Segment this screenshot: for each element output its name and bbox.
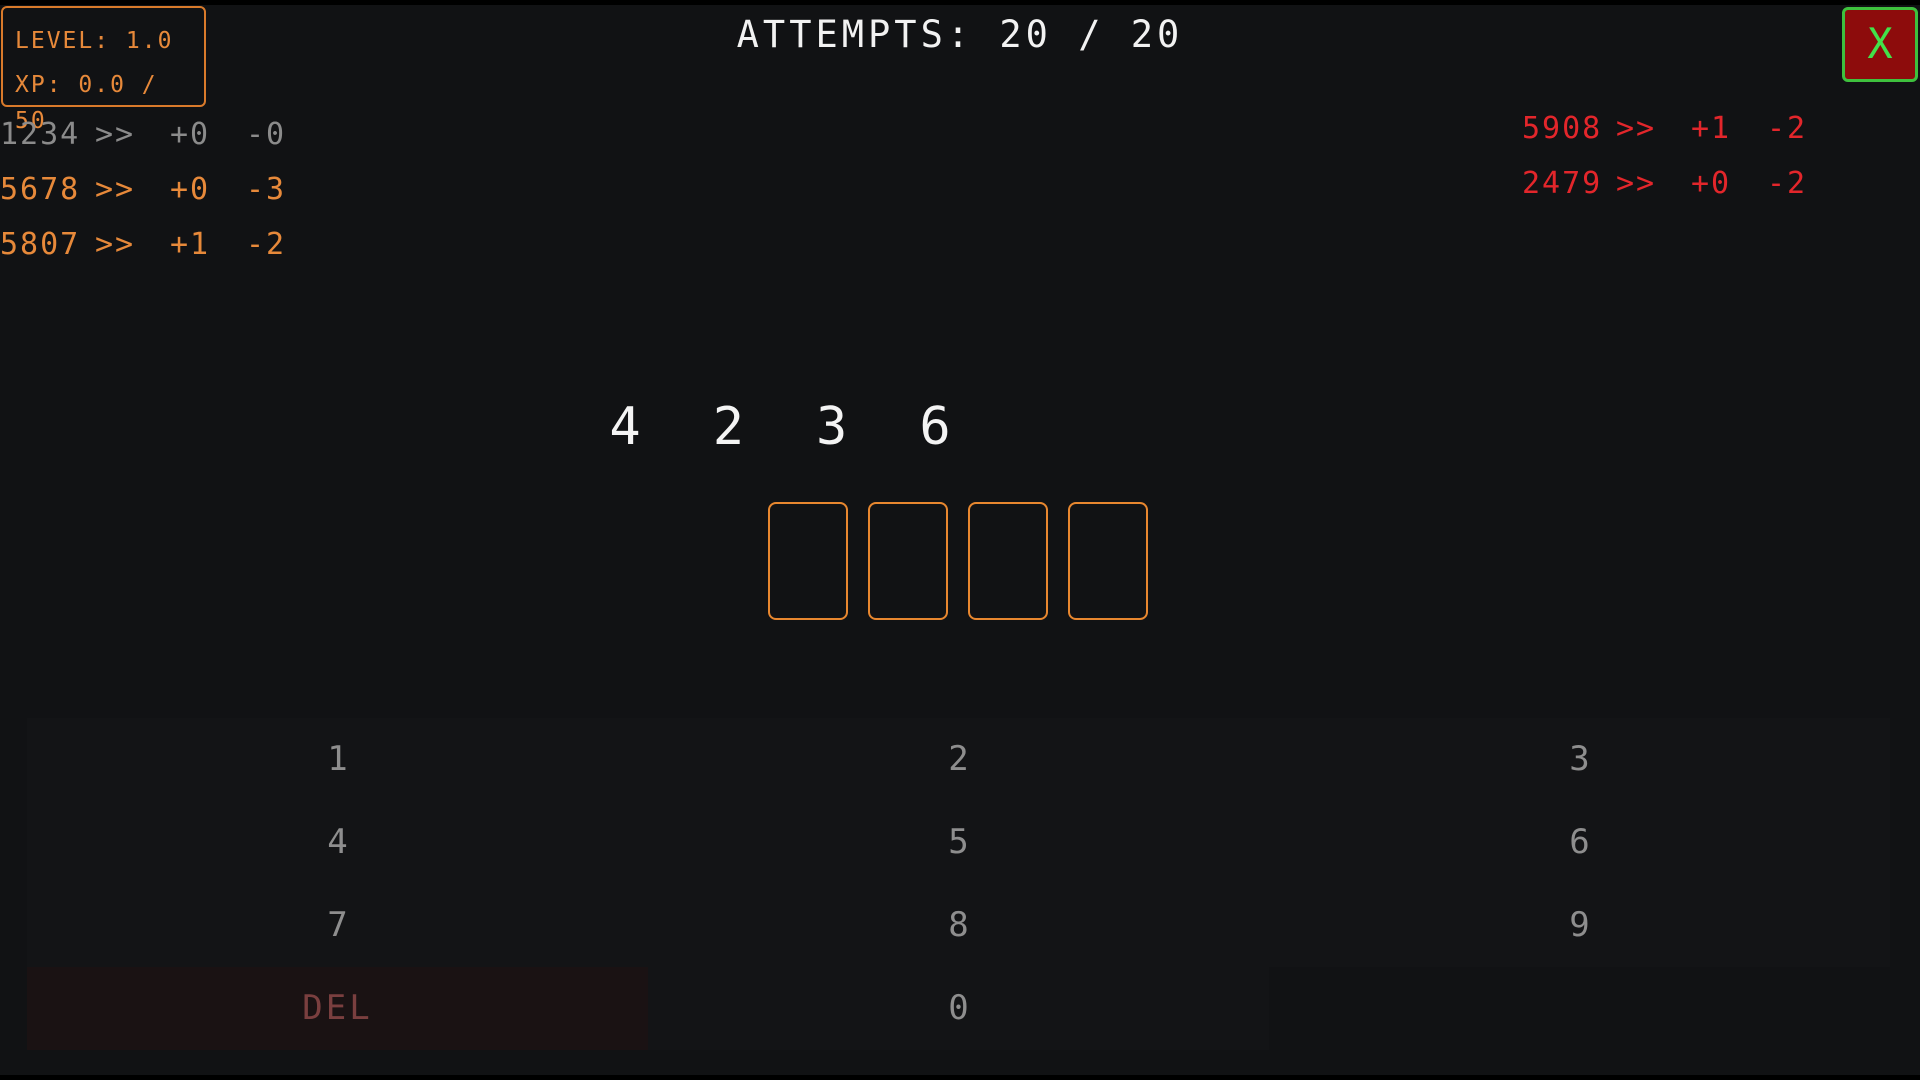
key-8[interactable]: 8	[648, 884, 1269, 967]
key-6[interactable]: 6	[1269, 801, 1890, 884]
input-slot-4[interactable]	[1068, 502, 1148, 620]
guess-code: 5678	[0, 172, 81, 207]
close-button[interactable]: X	[1842, 7, 1918, 82]
wrong-position-count: -2	[1767, 166, 1808, 201]
input-slots	[768, 502, 1152, 622]
history-row: 1234 >> +0 -0	[0, 115, 284, 170]
guess-code: 5807	[0, 227, 81, 262]
guess-arrow: >>	[95, 117, 136, 152]
attempts-counter: ATTEMPTS: 20 / 20	[736, 13, 1184, 56]
guess-history-left: 1234 >> +0 -0 5678 >> +0 -3 5807 >> +1 -…	[0, 115, 284, 280]
history-row: 5908 >> +1 -2	[1522, 109, 1805, 164]
guess-code: 2479	[1522, 166, 1603, 201]
history-row: 5678 >> +0 -3	[0, 170, 284, 225]
correct-position-count: +0	[170, 117, 211, 152]
delete-button[interactable]: DEL	[27, 967, 648, 1050]
key-5[interactable]: 5	[648, 801, 1269, 884]
guess-code: 5908	[1522, 111, 1603, 146]
target-digit: 2	[712, 397, 744, 457]
wrong-position-count: -2	[1767, 111, 1808, 146]
correct-position-count: +1	[1691, 111, 1732, 146]
wrong-position-count: -3	[246, 172, 287, 207]
guess-code: 1234	[0, 117, 81, 152]
key-7[interactable]: 7	[27, 884, 648, 967]
correct-position-count: +1	[170, 227, 211, 262]
target-code-display: 4 2 3 6	[0, 397, 1560, 457]
guess-arrow: >>	[95, 172, 136, 207]
target-digit: 6	[919, 397, 951, 457]
game-screen: LEVEL: 1.0 XP: 0.0 / 50 ATTEMPTS: 20 / 2…	[0, 5, 1920, 1075]
input-slot-3[interactable]	[968, 502, 1048, 620]
xp-text: XP: 0.0 / 50	[15, 72, 158, 134]
number-keypad: 1 2 3 4 5 6 7 8 9 DEL 0	[27, 718, 1890, 1050]
wrong-position-count: -2	[246, 227, 287, 262]
target-digit: 4	[609, 397, 641, 457]
input-slot-2[interactable]	[868, 502, 948, 620]
key-4[interactable]: 4	[27, 801, 648, 884]
history-row: 2479 >> +0 -2	[1522, 164, 1805, 219]
correct-position-count: +0	[170, 172, 211, 207]
guess-arrow: >>	[1616, 166, 1657, 201]
guess-arrow: >>	[95, 227, 136, 262]
target-digit: 3	[816, 397, 848, 457]
key-1[interactable]: 1	[27, 718, 648, 801]
input-slot-1[interactable]	[768, 502, 848, 620]
key-9[interactable]: 9	[1269, 884, 1890, 967]
correct-position-count: +0	[1691, 166, 1732, 201]
key-3[interactable]: 3	[1269, 718, 1890, 801]
history-row: 5807 >> +1 -2	[0, 225, 284, 280]
guess-history-right: 5908 >> +1 -2 2479 >> +0 -2	[1522, 109, 1805, 219]
guess-arrow: >>	[1616, 111, 1657, 146]
key-2[interactable]: 2	[648, 718, 1269, 801]
wrong-position-count: -0	[246, 117, 287, 152]
key-0[interactable]: 0	[648, 967, 1269, 1050]
